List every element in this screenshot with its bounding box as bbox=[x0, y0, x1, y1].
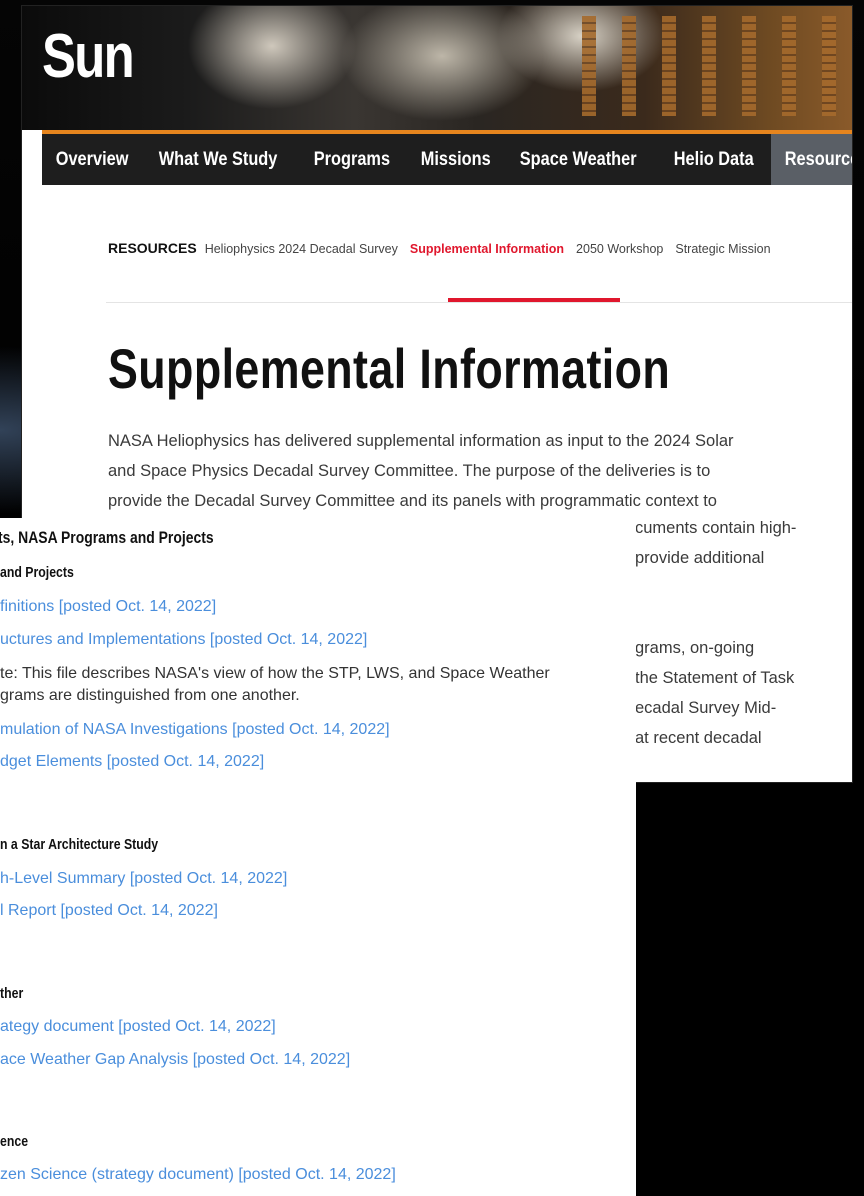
solar-panel-graphic bbox=[582, 16, 596, 116]
document-link[interactable]: mulation of NASA Investigations [posted … bbox=[0, 721, 390, 739]
document-link[interactable]: dget Elements [posted Oct. 14, 2022] bbox=[0, 753, 264, 771]
nav-item-programs[interactable]: Programs bbox=[300, 134, 404, 185]
document-link[interactable]: ace Weather Gap Analysis [posted Oct. 14… bbox=[0, 1051, 350, 1069]
subsection-title: ence bbox=[0, 1133, 29, 1150]
subnav-active-indicator bbox=[448, 298, 620, 302]
subnav-item-2050-workshop[interactable]: 2050 Workshop bbox=[576, 242, 663, 256]
solar-panel-graphic bbox=[662, 16, 676, 116]
intro-line: at recent decadal bbox=[635, 729, 762, 747]
hero-banner: Sun bbox=[22, 6, 852, 130]
document-link[interactable]: zen Science (strategy document) [posted … bbox=[0, 1166, 396, 1184]
intro-line bbox=[635, 603, 796, 633]
intro-paragraph-continued: cuments contain high- provide additional… bbox=[635, 513, 796, 753]
subnav-item-decadal-survey[interactable]: Heliophysics 2024 Decadal Survey bbox=[205, 242, 398, 256]
document-link[interactable]: uctures and Implementations [posted Oct.… bbox=[0, 631, 367, 649]
subnav-item-strategic-mission[interactable]: Strategic Mission bbox=[675, 242, 770, 256]
solar-panel-graphic bbox=[782, 16, 796, 116]
intro-line bbox=[635, 573, 796, 603]
site-title[interactable]: Sun bbox=[42, 26, 135, 88]
intro-line: ecadal Survey Mid- bbox=[635, 699, 777, 717]
main-nav: Overview What We Study Programs Missions… bbox=[42, 130, 852, 185]
nav-item-overview[interactable]: Overview bbox=[42, 134, 142, 185]
nav-item-what-we-study[interactable]: What We Study bbox=[145, 134, 291, 185]
subnav-divider bbox=[106, 302, 852, 303]
intro-line: provide additional bbox=[635, 549, 765, 567]
page-title: Supplemental Information bbox=[108, 337, 671, 400]
subsection-title: n a Star Architecture Study bbox=[0, 836, 159, 853]
document-link[interactable]: finitions [posted Oct. 14, 2022] bbox=[0, 598, 216, 616]
intro-line: and Space Physics Decadal Survey Committ… bbox=[108, 462, 711, 480]
document-link[interactable]: h-Level Summary [posted Oct. 14, 2022] bbox=[0, 870, 287, 888]
subsection-title: and Projects bbox=[0, 564, 74, 581]
intro-line: NASA Heliophysics has delivered suppleme… bbox=[108, 432, 734, 450]
solar-panel-graphic bbox=[622, 16, 636, 116]
solar-panel-graphic bbox=[742, 16, 756, 116]
documents-window: ts, NASA Programs and Projects and Proje… bbox=[0, 518, 636, 1196]
document-link[interactable]: l Report [posted Oct. 14, 2022] bbox=[0, 902, 218, 920]
solar-panel-graphic bbox=[702, 16, 716, 116]
solar-panel-graphic bbox=[822, 16, 836, 116]
note-text: grams are distinguished from one another… bbox=[0, 687, 300, 704]
section-title: ts, NASA Programs and Projects bbox=[0, 528, 214, 547]
intro-line: the Statement of Task bbox=[635, 669, 795, 687]
intro-line: cuments contain high- bbox=[635, 519, 797, 537]
subnav-lead[interactable]: RESOURCES bbox=[108, 240, 197, 256]
document-link[interactable]: ategy document [posted Oct. 14, 2022] bbox=[0, 1018, 276, 1036]
nav-item-missions[interactable]: Missions bbox=[407, 134, 504, 185]
nav-item-space-weather[interactable]: Space Weather bbox=[506, 134, 650, 185]
subsection-title: ther bbox=[0, 985, 24, 1002]
nav-item-resources[interactable]: Resource bbox=[771, 134, 852, 185]
nav-item-helio-data[interactable]: Helio Data bbox=[660, 134, 767, 185]
subnav: RESOURCES Heliophysics 2024 Decadal Surv… bbox=[108, 240, 852, 262]
intro-line: provide the Decadal Survey Committee and… bbox=[108, 492, 717, 510]
intro-line: grams, on-going bbox=[635, 639, 755, 657]
note-text: te: This file describes NASA's view of h… bbox=[0, 665, 550, 682]
subnav-item-supplemental-information[interactable]: Supplemental Information bbox=[410, 242, 564, 256]
intro-paragraph: NASA Heliophysics has delivered suppleme… bbox=[108, 426, 808, 516]
